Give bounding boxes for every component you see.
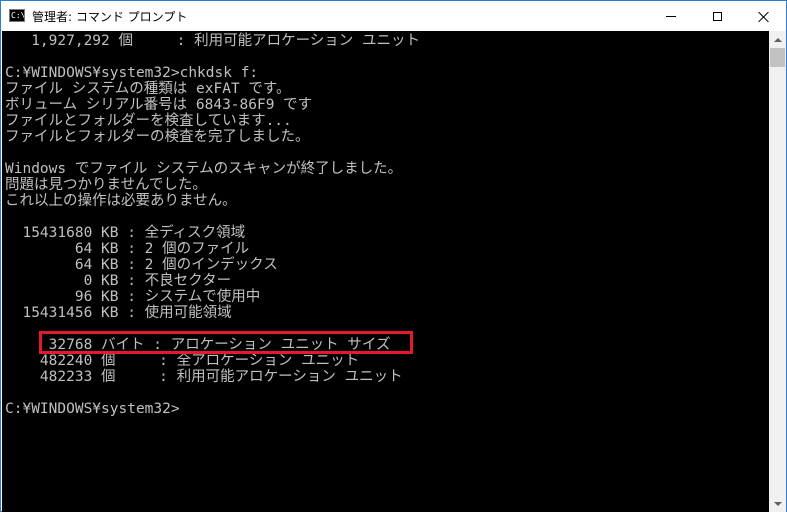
- console-line: 482240 個 : 全アロケーション ユニット: [5, 353, 360, 369]
- highlight-box: [39, 331, 413, 354]
- console-line: ファイルとフォルダーの検査を完了しました。: [5, 129, 310, 145]
- close-icon: [758, 11, 769, 22]
- console-line: ファイルとフォルダーを検査しています...: [5, 113, 292, 129]
- vertical-scrollbar[interactable]: [769, 31, 786, 512]
- command-prompt-window: C:\_ 管理者: コマンド プロンプト 1,927,292 個 : 利用可能ア…: [0, 0, 787, 512]
- arrow-up-icon: [773, 37, 782, 42]
- minimize-icon: [666, 15, 676, 17]
- console-line: 482233 個 : 利用可能アロケーション ユニット: [5, 369, 403, 385]
- console-output[interactable]: 1,927,292 個 : 利用可能アロケーション ユニット C:¥WINDOWS…: [2, 31, 769, 512]
- console-line: C:¥WINDOWS¥system32>chkdsk f:: [5, 65, 259, 81]
- window-title: 管理者: コマンド プロンプト: [32, 10, 188, 24]
- console-line: C:¥WINDOWS¥system32>: [5, 401, 180, 417]
- console-line: 15431456 KB : 使用可能領域: [5, 305, 232, 321]
- console-line: これ以上の操作は必要ありません。: [5, 193, 237, 209]
- console-line: 64 KB : 2 個のインデックス: [5, 257, 278, 273]
- console-line: 1,927,292 個 : 利用可能アロケーション ユニット: [5, 33, 421, 49]
- scroll-up-button[interactable]: [769, 31, 786, 48]
- console-line: 15431680 KB : 全ディスク領域: [5, 225, 246, 241]
- console-icon[interactable]: C:\_: [9, 9, 25, 22]
- console-line: 96 KB : システムで使用中: [5, 289, 261, 305]
- title-bar[interactable]: C:\_ 管理者: コマンド プロンプト: [1, 1, 786, 31]
- console-line: 64 KB : 2 個のファイル: [5, 241, 250, 257]
- maximize-button[interactable]: [694, 1, 740, 31]
- console-line: 0 KB : 不良セクター: [5, 273, 232, 289]
- close-button[interactable]: [740, 1, 786, 31]
- console-line: ボリューム シリアル番号は 6843-86F9 です: [5, 97, 313, 113]
- console-line: Windows でファイル システムのスキャンが終了しました。: [5, 161, 403, 177]
- scroll-down-button[interactable]: [769, 495, 786, 512]
- maximize-icon: [712, 11, 722, 21]
- scrollbar-thumb[interactable]: [770, 48, 785, 67]
- console-line: 問題は見つかりませんでした。: [5, 177, 207, 193]
- arrow-down-icon: [773, 501, 782, 506]
- console-line: ファイル システムの種類は exFAT です。: [5, 81, 291, 97]
- minimize-button[interactable]: [648, 1, 694, 31]
